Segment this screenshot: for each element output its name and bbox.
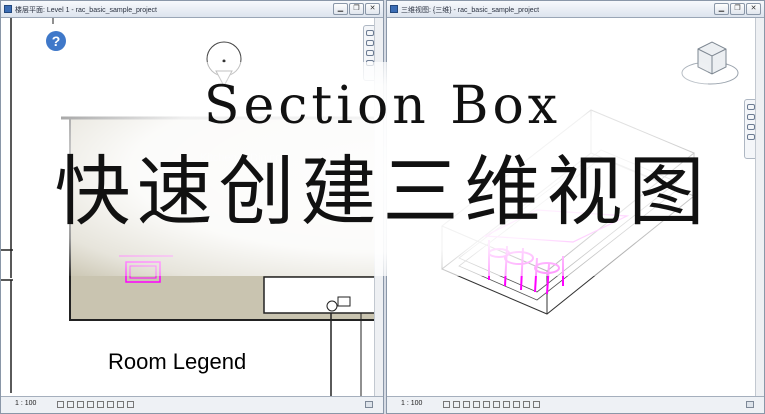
shadows-icon[interactable] [473,401,480,408]
view-scale[interactable]: 1 : 100 [15,400,36,407]
view-control-bar: 1 : 100 [1,396,383,413]
temporary-hide-icon[interactable] [523,401,530,408]
counter [263,276,376,314]
view-scale[interactable]: 1 : 100 [401,400,422,407]
floor-plan-title: 楼层平面: Level 1 - rac_basic_sample_project [15,7,158,14]
temporary-hide-icon[interactable] [117,401,124,408]
help-icon[interactable]: ? [46,31,66,51]
window-controls: ▁ ❐ ✕ [332,3,380,15]
restore-button[interactable]: ❐ [730,3,745,15]
view-controls [57,401,137,410]
sun-path-icon[interactable] [77,401,84,408]
view-control-bar: 1 : 100 [387,396,764,413]
close-button[interactable]: ✕ [746,3,761,15]
floor-plan-titlebar[interactable]: 楼层平面: Level 1 - rac_basic_sample_project… [1,1,383,18]
horizontal-scroll-thumb[interactable] [746,401,754,408]
crop-view-icon[interactable] [97,401,104,408]
horizontal-scroll-thumb[interactable] [365,401,373,408]
render-icon[interactable] [483,401,490,408]
reveal-hidden-icon[interactable] [127,401,134,408]
close-button[interactable]: ✕ [365,3,380,15]
show-crop-icon[interactable] [503,401,510,408]
minimize-button[interactable]: ▁ [333,3,348,15]
3d-view-title: 三维视图: {三维} - rac_basic_sample_project [401,7,540,14]
reveal-hidden-icon[interactable] [533,401,540,408]
crop-view-icon[interactable] [493,401,500,408]
overlay-subtitle: 快速创建三维视图 [54,147,711,236]
view-controls [443,401,543,410]
show-crop-icon[interactable] [107,401,114,408]
restore-button[interactable]: ❐ [349,3,364,15]
visual-style-icon[interactable] [453,401,460,408]
view-type-icon [390,5,398,13]
view-type-icon [4,5,12,13]
shadows-icon[interactable] [87,401,94,408]
room-legend-title: Room Legend [108,349,247,374]
sun-path-icon[interactable] [463,401,470,408]
lock-view-icon[interactable] [513,401,520,408]
detail-level-icon[interactable] [443,401,450,408]
visual-style-icon[interactable] [67,401,74,408]
window-controls: ▁ ❐ ✕ [713,3,761,15]
3d-view-titlebar[interactable]: 三维视图: {三维} - rac_basic_sample_project ▁ ❐… [387,1,764,18]
minimize-button[interactable]: ▁ [714,3,729,15]
overlay-title: Section Box [203,76,562,136]
detail-level-icon[interactable] [57,401,64,408]
